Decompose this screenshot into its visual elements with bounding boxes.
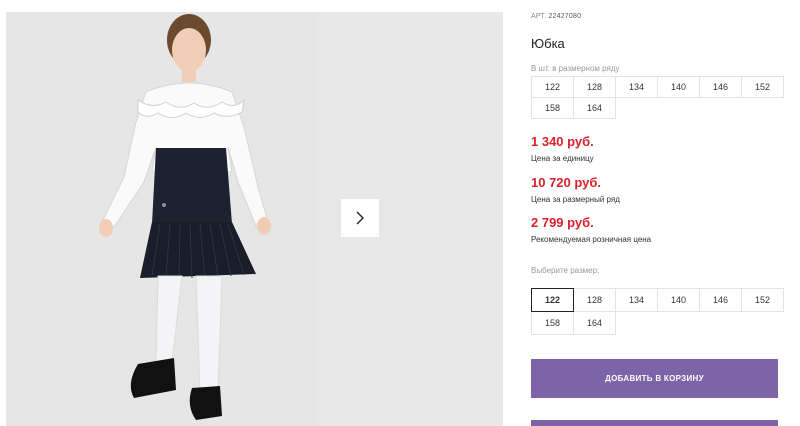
pack-size-cell: 140: [657, 76, 700, 98]
article-value: 22427080: [548, 13, 582, 20]
pack-price-label: Цена за размерный ряд: [531, 195, 620, 204]
pack-size-cell: 128: [573, 76, 616, 98]
size-option[interactable]: 152: [741, 288, 784, 312]
pack-size-cell: 122: [531, 76, 574, 98]
secondary-action-button[interactable]: [531, 420, 778, 426]
pack-size-cell: 146: [699, 76, 742, 98]
pack-size-cell: 152: [741, 76, 784, 98]
retail-price: 2 799 руб.: [531, 215, 594, 230]
retail-price-label: Рекомендуемая розничная цена: [531, 235, 652, 244]
size-option[interactable]: 140: [657, 288, 700, 312]
size-select-hint: Выберите размер:: [531, 266, 600, 275]
pack-sizes-hint: В шт. в размерном ряду: [531, 64, 620, 73]
pack-size-cell: 164: [573, 97, 616, 119]
chevron-right-icon: [356, 211, 364, 225]
pack-price: 10 720 руб.: [531, 175, 602, 190]
unit-price: 1 340 руб.: [531, 134, 594, 149]
gallery-next-button[interactable]: [341, 199, 379, 237]
pack-sizes-grid: 122 128 134 140 146 152 158 164: [531, 76, 784, 119]
product-photo[interactable]: [6, 12, 318, 426]
add-to-cart-button[interactable]: ДОБАВИТЬ В КОРЗИНУ: [531, 359, 778, 398]
size-option-selected[interactable]: 122: [531, 288, 574, 312]
product-photo-illustration: [6, 12, 318, 426]
size-select-grid: 122 128 134 140 146 152 158 164: [531, 288, 784, 335]
size-option[interactable]: 128: [573, 288, 616, 312]
article-label: АРТ.: [531, 13, 547, 20]
product-gallery: [0, 0, 505, 426]
unit-price-label: Цена за единицу: [531, 154, 594, 163]
size-option[interactable]: 146: [699, 288, 742, 312]
pack-size-cell: 134: [615, 76, 658, 98]
product-title: Юбка: [531, 36, 565, 51]
article-number: АРТ. 22427080: [531, 13, 581, 20]
pack-size-cell: 158: [531, 97, 574, 119]
size-option[interactable]: 164: [573, 311, 616, 335]
size-option[interactable]: 134: [615, 288, 658, 312]
product-info: АРТ. 22427080 Юбка В шт. в размерном ряд…: [531, 0, 793, 426]
size-option[interactable]: 158: [531, 311, 574, 335]
